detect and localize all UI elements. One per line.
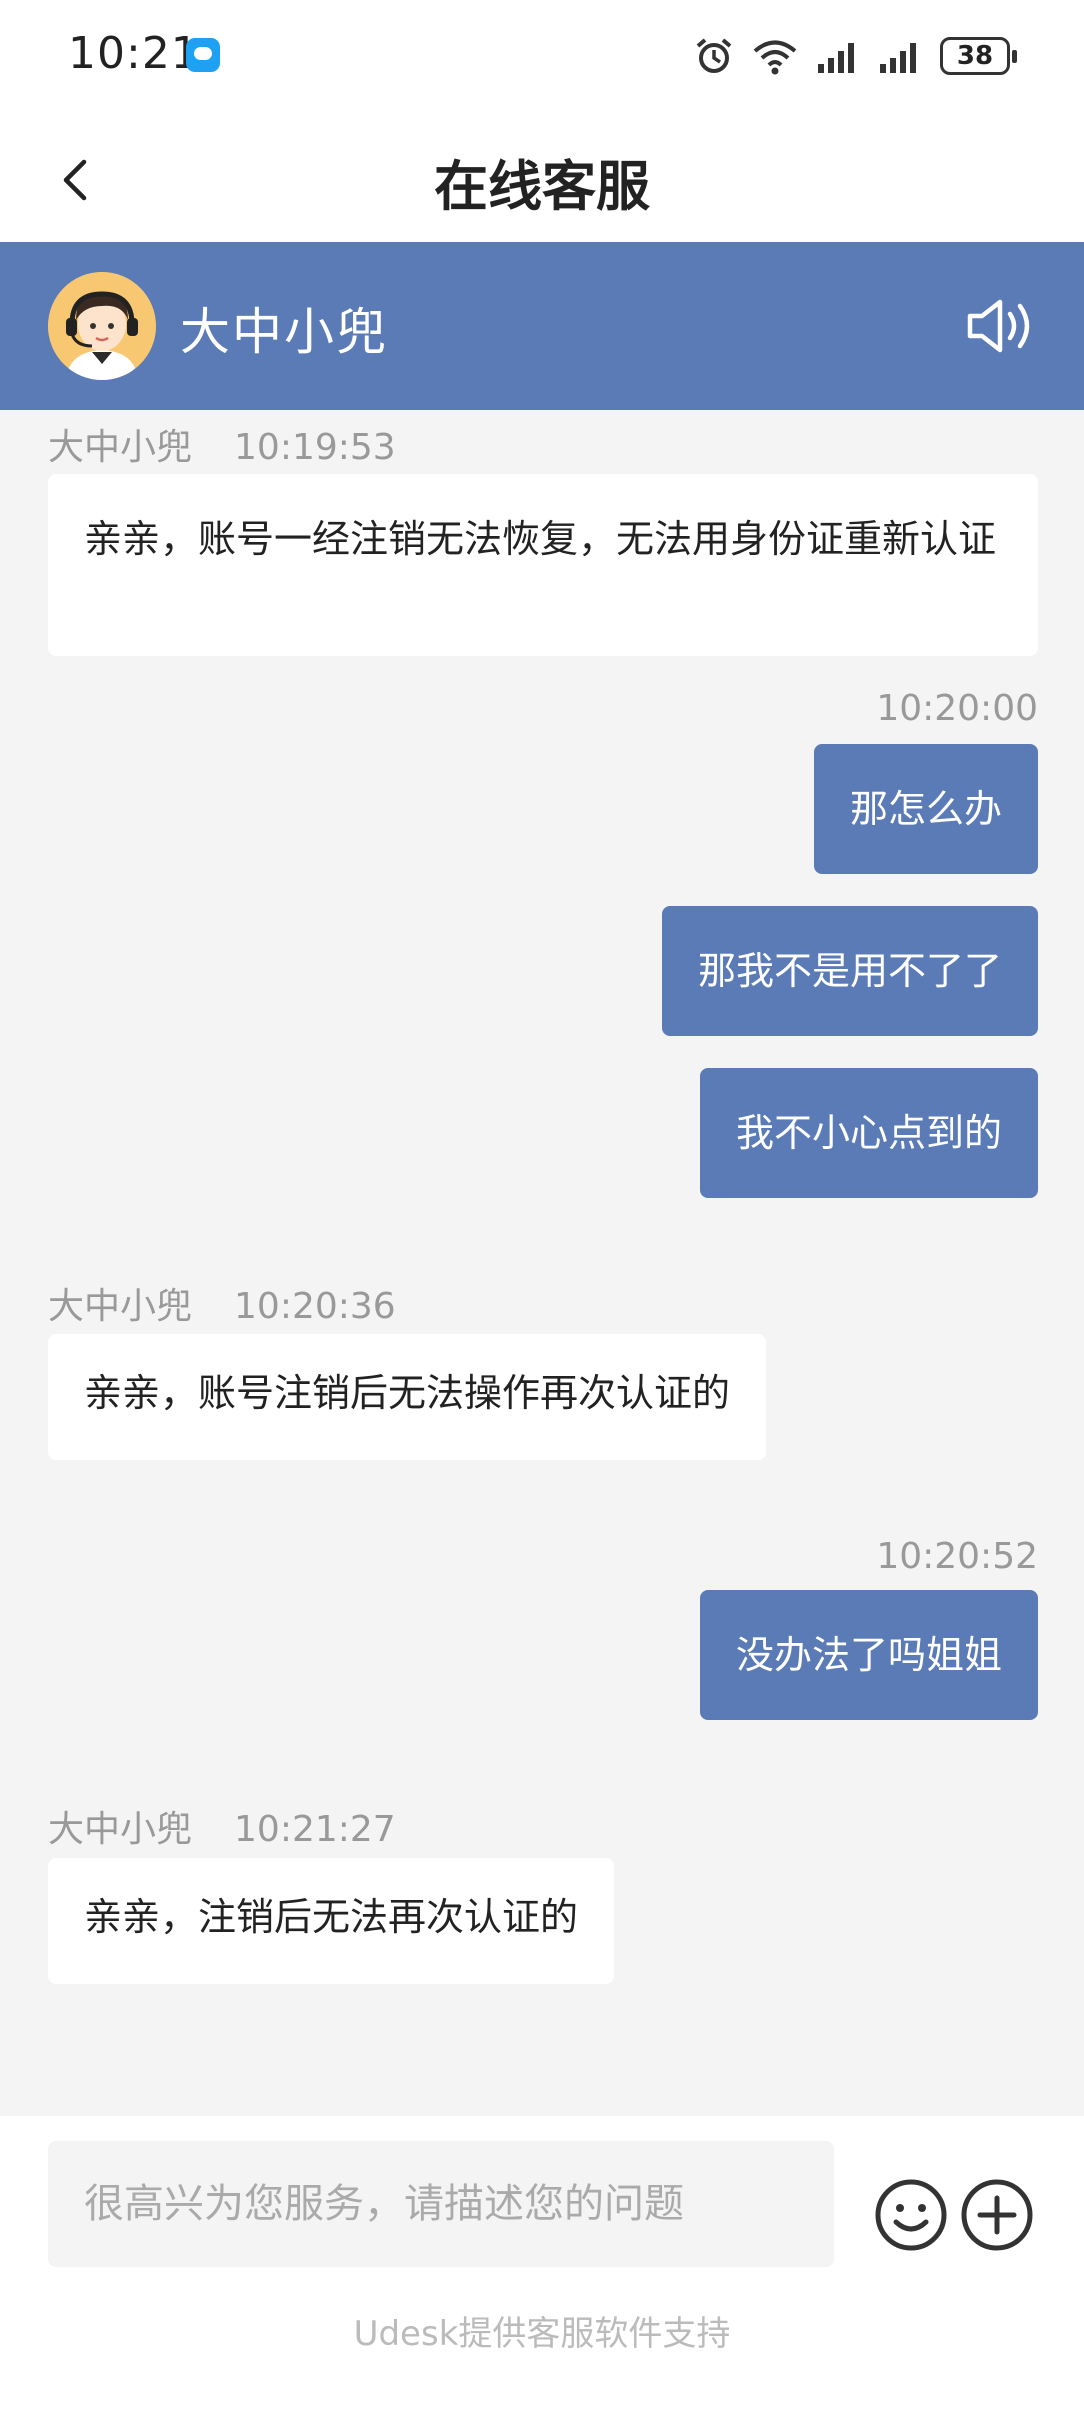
powered-by-text: Udesk提供客服软件支持 (353, 2314, 731, 2354)
plus-circle-icon (961, 2179, 1033, 2251)
message-sender: 大中小兜 (48, 1286, 193, 1327)
signal-icon (816, 38, 862, 74)
status-bar: 10:21 38 (0, 0, 1084, 112)
message-bubble-outgoing[interactable]: 那我不是用不了了 (661, 906, 1038, 1036)
message-bubble-incoming[interactable]: 亲亲，注销后无法再次认证的 (48, 1858, 615, 1984)
message-app-icon (186, 38, 220, 72)
smiley-icon (875, 2179, 947, 2251)
message-time: 10:20:00 (876, 688, 1038, 729)
message-time: 10:19:53 (234, 427, 396, 468)
message-bubble-outgoing[interactable]: 没办法了吗姐姐 (699, 1590, 1038, 1720)
input-area: Udesk提供客服软件支持 (0, 2116, 1084, 2412)
message-sender: 大中小兜 (48, 1809, 193, 1850)
message-meta: 大中小兜 10:21:27 (48, 1800, 396, 1852)
message-input[interactable] (48, 2141, 834, 2267)
message-time: 10:20:36 (234, 1286, 396, 1327)
message-bubble-outgoing[interactable]: 我不小心点到的 (699, 1068, 1038, 1198)
message-meta: 大中小兜 10:19:53 (48, 418, 396, 470)
message-time: 10:20:52 (876, 1536, 1038, 1577)
message-time: 10:21:27 (234, 1809, 396, 1850)
emoji-button[interactable] (874, 2178, 948, 2252)
speaker-button[interactable] (966, 296, 1038, 356)
agent-avatar (48, 272, 156, 380)
status-icons: 38 (694, 34, 1017, 78)
alarm-icon (694, 36, 734, 76)
signal-icon (878, 38, 924, 74)
page-title: 在线客服 (434, 155, 650, 218)
agent-name: 大中小兜 (180, 303, 388, 361)
agent-bar: 大中小兜 (0, 242, 1084, 410)
message-bubble-outgoing[interactable]: 那怎么办 (813, 744, 1038, 874)
message-bubble-incoming[interactable]: 亲亲，账号注销后无法操作再次认证的 (48, 1334, 767, 1460)
speaker-icon (967, 299, 1030, 353)
app-header: 在线客服 (0, 112, 1084, 242)
message-bubble-incoming[interactable]: 亲亲，账号一经注销无法恢复，无法用身份证重新认证 (48, 474, 1038, 656)
status-time: 10:21 (68, 28, 200, 79)
message-sender: 大中小兜 (48, 427, 193, 468)
wifi-icon (750, 36, 800, 76)
battery-icon: 38 (940, 37, 1017, 75)
more-button[interactable] (960, 2178, 1034, 2252)
message-meta: 大中小兜 10:20:36 (48, 1277, 396, 1329)
